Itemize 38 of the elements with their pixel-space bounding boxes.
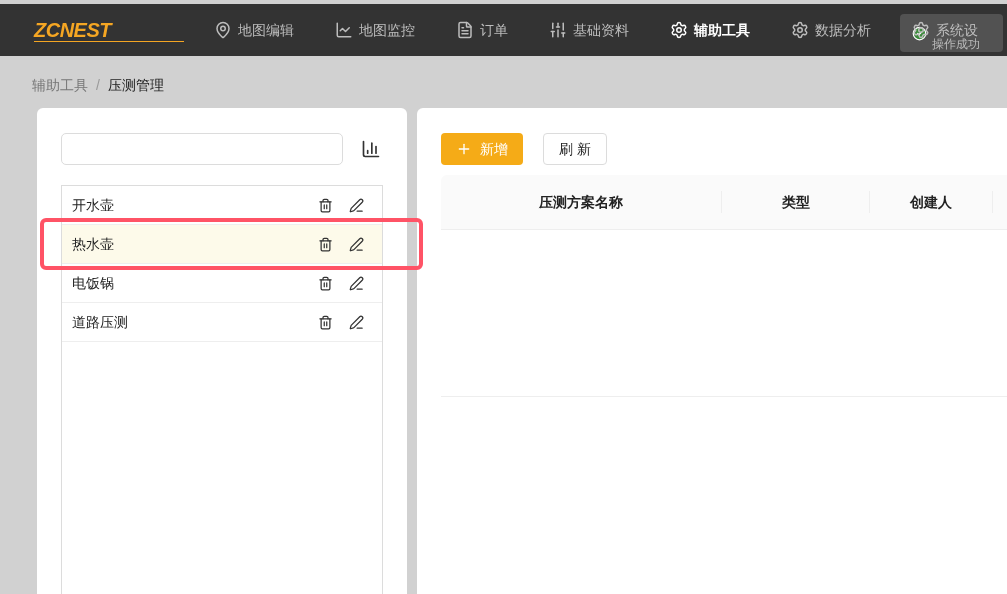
plan-name: 开水壶 <box>72 195 115 215</box>
column-header: 压测方案名称 <box>539 192 623 212</box>
search-field[interactable] <box>61 133 343 165</box>
settings-icon <box>670 21 688 39</box>
delete-icon[interactable] <box>318 197 333 213</box>
breadcrumb-separator: / <box>96 76 100 95</box>
nav-item[interactable]: 数据分析 <box>791 19 871 41</box>
sliders-icon <box>549 21 567 39</box>
bar-chart-icon[interactable] <box>361 139 381 159</box>
edit-icon[interactable] <box>349 197 364 213</box>
document-icon <box>456 21 474 39</box>
plan-name: 电饭锅 <box>72 273 115 293</box>
plus-icon <box>456 141 472 157</box>
settings-icon <box>912 21 930 39</box>
nav-item[interactable]: 订单 <box>456 19 508 41</box>
nav-item[interactable]: 地图编辑 <box>214 19 294 41</box>
plan-name: 热水壶 <box>72 234 115 254</box>
column-header: 创建人 <box>910 192 952 212</box>
nav-item[interactable]: 基础资料 <box>549 19 629 41</box>
delete-icon[interactable] <box>318 314 333 330</box>
column-header: 类型 <box>781 192 810 212</box>
delete-icon[interactable] <box>318 275 333 291</box>
line-chart-icon <box>335 21 353 39</box>
success-icon <box>912 25 927 41</box>
logo: ZCNEST <box>34 18 184 42</box>
edit-icon[interactable] <box>349 314 364 330</box>
delete-icon[interactable] <box>318 236 333 252</box>
nav-item[interactable]: 辅助工具 <box>670 19 750 41</box>
map-pin-icon <box>214 21 232 39</box>
refresh-button[interactable]: 刷 新 <box>543 133 607 165</box>
edit-icon[interactable] <box>349 275 364 291</box>
breadcrumb-item: 压测管理 <box>107 76 164 95</box>
nav-item[interactable]: 地图监控 <box>335 19 415 41</box>
plan-name: 道路压测 <box>72 312 129 332</box>
plan-row[interactable]: 热水壶 <box>62 225 382 264</box>
edit-icon[interactable] <box>349 236 364 252</box>
toast-message: 操作成功 <box>932 37 980 51</box>
settings-icon <box>791 21 809 39</box>
